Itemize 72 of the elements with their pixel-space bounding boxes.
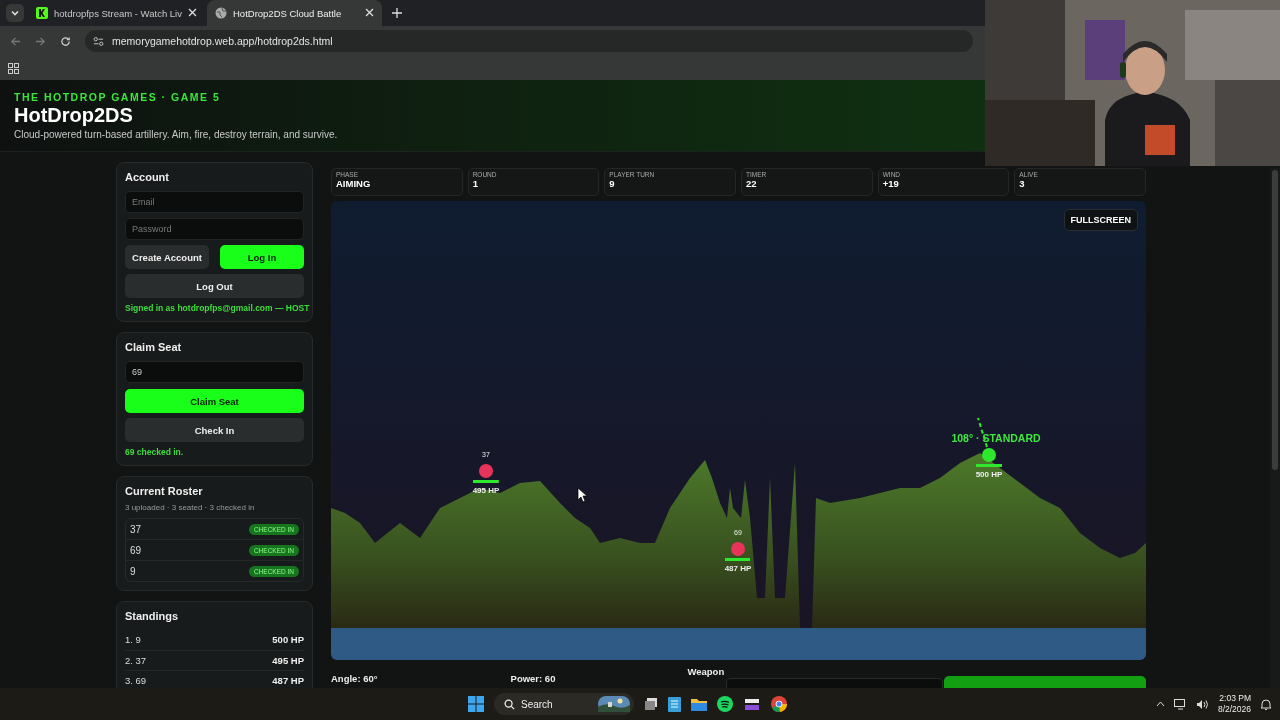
start-icon[interactable]: [468, 696, 484, 712]
site-logo-icon: [36, 7, 48, 19]
standing-hp: 487 HP: [272, 675, 304, 687]
tank-hp: 500 HP: [975, 470, 1003, 479]
tagline: Cloud-powered turn-based artillery. Aim, fire, destroy terrain, and survive.: [14, 129, 338, 140]
globe-icon: [215, 7, 227, 19]
sign-in-status: Signed in as hotdropfps@gmail.com — HOST: [125, 303, 310, 313]
site-settings-icon[interactable]: [93, 35, 104, 47]
standing-player: 3. 69: [125, 675, 147, 687]
browser-tab[interactable]: HotDrop2DS Cloud Battle: [207, 0, 382, 26]
tab-menu-icon[interactable]: [6, 4, 24, 22]
tank-hp: 487 HP: [724, 564, 752, 573]
standing-hp: 500 HP: [272, 634, 304, 646]
chrome-icon[interactable]: [771, 696, 787, 712]
fullscreen-button[interactable]: FULLSCREEN: [1063, 209, 1138, 231]
player-name: 37: [130, 523, 142, 535]
card-title: Current Roster: [125, 485, 203, 497]
log-out-button[interactable]: Log Out: [125, 274, 304, 298]
notepad-icon[interactable]: [668, 696, 681, 712]
check-in-status: 69 checked in.: [125, 447, 184, 457]
create-account-button[interactable]: Create Account: [125, 245, 209, 269]
search-field[interactable]: Search: [494, 693, 634, 715]
standing-hp: 495 HP: [272, 654, 304, 666]
stat-value: 22: [746, 178, 757, 189]
card-title: Account: [125, 171, 169, 183]
angle-label: Angle: 60°: [331, 673, 378, 684]
power-label: Power: 60: [510, 673, 556, 684]
clock-date: 8/2/2026: [1217, 704, 1251, 715]
password-field[interactable]: Password: [125, 218, 304, 240]
speaker-icon[interactable]: [1195, 698, 1209, 710]
weapon-label: Weapon: [687, 666, 725, 677]
seat-field[interactable]: 69: [125, 361, 304, 383]
log-in-button[interactable]: Log In: [220, 245, 304, 269]
aim-label: 108° · STANDARD: [951, 432, 1041, 444]
chevron-up-icon[interactable]: [1155, 701, 1165, 707]
claim-seat-button[interactable]: Claim Seat: [125, 389, 304, 413]
apps-grid-icon[interactable]: [8, 62, 19, 74]
eyebrow-text: THE HOTDROP GAMES · GAME 5: [14, 91, 221, 103]
address-bar[interactable]: memorygamehotdrop.web.app/hotdrop2ds.html: [85, 30, 973, 52]
browser-tab[interactable]: hotdropfps Stream - Watch Liv: [28, 0, 203, 26]
close-icon[interactable]: [187, 7, 197, 19]
music-app-icon[interactable]: [717, 696, 733, 712]
player-name: 9: [130, 565, 136, 577]
close-icon[interactable]: [365, 7, 374, 19]
stat-value: AIMING: [336, 178, 371, 189]
cursor-icon: [577, 487, 588, 503]
task-view-icon[interactable]: [644, 697, 658, 711]
stat-value: 1: [472, 178, 478, 189]
stat-value: +19: [882, 178, 899, 189]
reload-icon[interactable]: [60, 35, 71, 47]
search-icon: [504, 698, 515, 710]
card-title: Standings: [125, 610, 179, 622]
app-title: HotDrop2DS: [14, 104, 133, 127]
standing-player: 1. 9: [125, 634, 141, 646]
forward-icon[interactable]: [35, 35, 46, 47]
bell-icon[interactable]: [1260, 697, 1272, 711]
tank-hp: 495 HP: [472, 486, 500, 495]
network-icon[interactable]: [1173, 698, 1187, 710]
hud-app-icon[interactable]: [743, 696, 761, 712]
stat-value: 3: [1019, 178, 1025, 189]
back-icon[interactable]: [10, 35, 21, 47]
check-in-button[interactable]: Check In: [125, 418, 304, 442]
standing-player: 2. 37: [125, 654, 147, 666]
stat-value: 9: [609, 178, 615, 189]
scroll-bar[interactable]: [1270, 168, 1280, 688]
roster-summary: 3 uploaded · 3 seated · 3 checked in: [125, 503, 255, 512]
player-name: 69: [130, 544, 142, 556]
clock-time: 2:03 PM: [1218, 693, 1251, 704]
folder-icon[interactable]: [691, 697, 707, 711]
card-title: Claim Seat: [125, 341, 182, 353]
email-field[interactable]: Email: [125, 191, 304, 213]
new-tab-icon[interactable]: [392, 8, 402, 18]
